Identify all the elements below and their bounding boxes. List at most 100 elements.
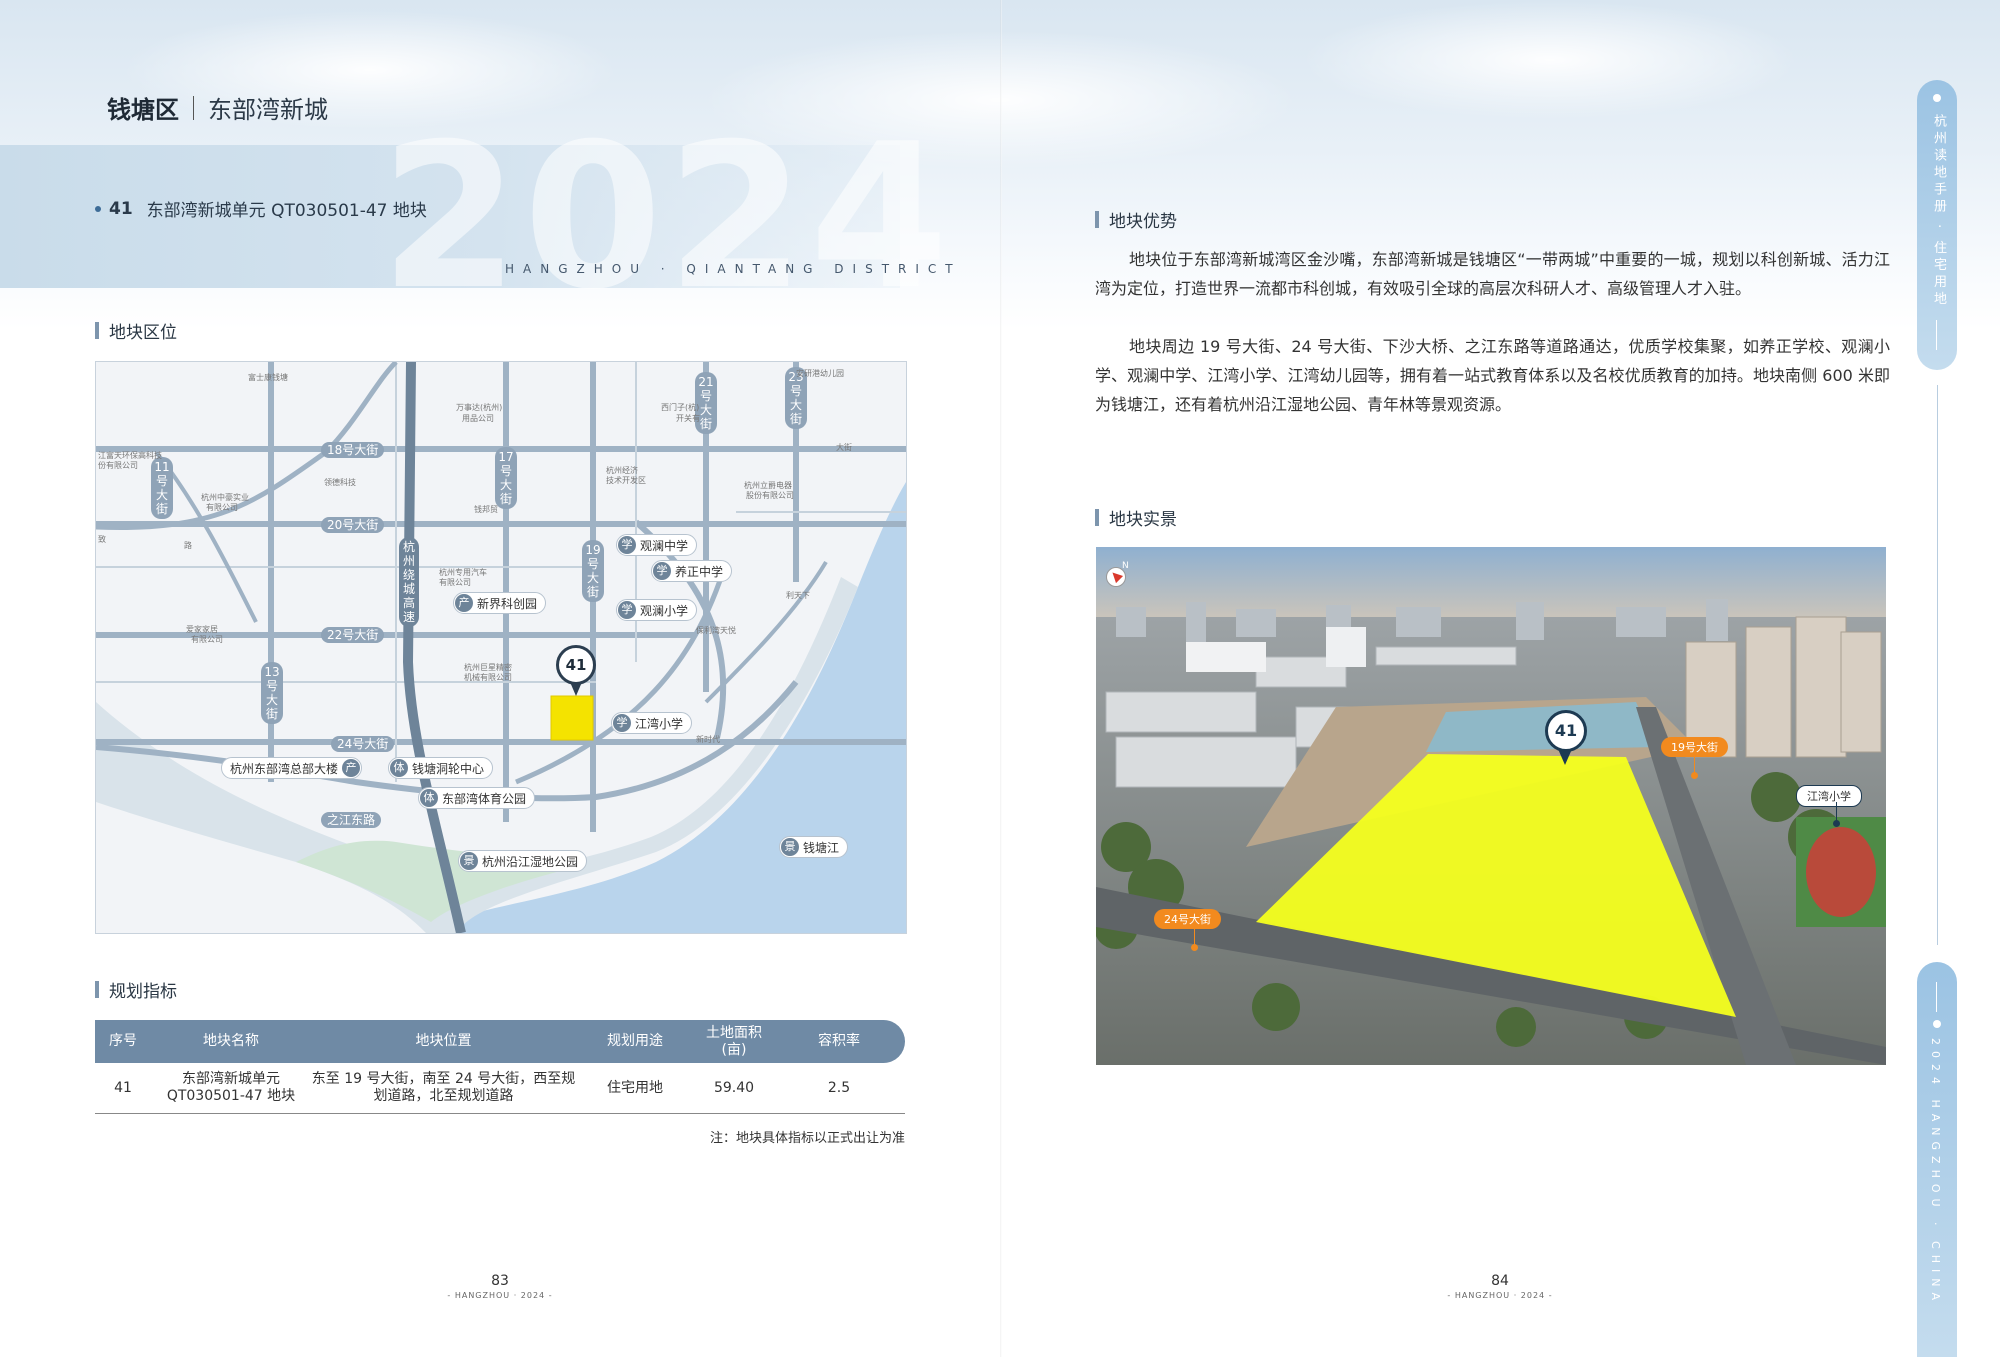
- heading-text: 规划指标: [109, 982, 177, 1002]
- page-number-left: 83 - HANGZHOU · 2024 -: [440, 1273, 560, 1300]
- divider: [193, 95, 194, 120]
- th-index: 序号: [109, 1033, 137, 1049]
- heading-bar: [95, 981, 99, 998]
- map-minor-label: 份有限公司: [98, 461, 138, 470]
- td-use: 住宅用地: [607, 1079, 663, 1096]
- table-header: 序号 地块名称 地块位置 规划用途 土地面积(亩) 容积率: [95, 1020, 905, 1063]
- road-label-expressway: 杭州绕城高速: [399, 537, 419, 627]
- poi-jiangwan-primary: 学江湾小学: [611, 712, 693, 734]
- year-watermark: 2024: [380, 101, 953, 334]
- heading-bar: [1095, 509, 1099, 526]
- td-name: 东部湾新城单元 QT030501-47 地块: [166, 1071, 296, 1104]
- sidebar-line: [1936, 320, 1937, 350]
- section-heading-photo: 地块实景: [1095, 505, 1177, 530]
- tag-jiangwan-school: 江湾小学: [1796, 785, 1862, 807]
- tag-dot: [1191, 944, 1198, 951]
- road-label-20: 20号大街: [321, 514, 385, 533]
- bullet-icon: [95, 205, 101, 212]
- tag-dot: [1833, 820, 1840, 827]
- tag-line: [1694, 754, 1695, 774]
- road-label-18: 18号大街: [321, 439, 385, 458]
- heading-bar: [1095, 211, 1099, 228]
- page-number-right: 84 - HANGZHOU · 2024 -: [1440, 1273, 1560, 1300]
- td-area: 59.40: [713, 1079, 755, 1096]
- location-map: 18号大街 20号大街 22号大街 24号大街 之江东路 11号大街 13号大街…: [95, 361, 907, 934]
- map-minor-label: 开关有: [676, 414, 700, 423]
- td-index: 41: [114, 1079, 132, 1096]
- road-label-zhijiang: 之江东路: [321, 809, 382, 828]
- map-minor-label: 万事达(杭州): [456, 403, 503, 412]
- poi-guanlan-middle: 学观澜中学: [616, 534, 698, 556]
- map-minor-label: 致: [98, 535, 106, 544]
- map-minor-label: 钱邦贸: [474, 505, 498, 514]
- th-name: 地块名称: [203, 1033, 259, 1049]
- page-spine: [1000, 0, 1002, 1357]
- school-icon: 学: [618, 536, 636, 554]
- td-location: 东至 19 号大街，南至 24 号大街，西至规划道路，北至规划道路: [311, 1071, 576, 1104]
- table-row: 41 东部湾新城单元 QT030501-47 地块 东至 19 号大街，南至 2…: [95, 1063, 905, 1114]
- district-name: 钱塘区: [107, 96, 179, 124]
- parcel-block: [550, 695, 594, 741]
- tag-24-street: 24号大街: [1154, 909, 1221, 929]
- th-area: 土地面积(亩): [706, 1024, 762, 1058]
- map-pin-tail: [570, 682, 582, 696]
- sub-district-name: 东部湾新城: [208, 96, 328, 124]
- map-minor-label: 大街: [836, 443, 852, 452]
- section-heading-location: 地块区位: [95, 318, 177, 343]
- heading-text: 地块优势: [1109, 212, 1177, 232]
- map-minor-label: 技术开发区: [606, 476, 646, 485]
- school-icon: 学: [653, 562, 671, 580]
- page-number: 84: [1491, 1273, 1509, 1289]
- poi-yangzheng: 学养正中学: [651, 560, 733, 582]
- sidebar-bottom-text: 2024 HANGZHOU · CHINA: [1929, 1038, 1942, 1306]
- scenic-icon: 景: [781, 838, 799, 856]
- industry-icon: 产: [342, 759, 361, 777]
- sports-icon: 体: [390, 759, 408, 777]
- road-label-17: 17号大街: [495, 447, 517, 509]
- map-minor-label: 西门子(杭): [661, 403, 700, 412]
- sidebar-divider: [1937, 385, 1938, 945]
- poi-sports-park: 体东部湾体育公园: [418, 787, 536, 809]
- site-aerial-photo: 41 19号大街 24号大街 江湾小学 N: [1096, 547, 1886, 1065]
- section-heading-advantage: 地块优势: [1095, 207, 1177, 232]
- cloud: [1300, 0, 1800, 120]
- sidebar-top-text: 杭州读地手册 · 住宅用地: [1931, 114, 1946, 309]
- heading-bar: [95, 322, 99, 339]
- sidebar-line: [1936, 982, 1937, 1012]
- map-minor-label: 有限公司: [439, 578, 471, 587]
- poi-hq-building: 杭州东部湾总部大楼产: [221, 757, 363, 779]
- sidebar-dot: [1933, 94, 1941, 102]
- paragraph-advantage-1: 地块位于东部湾新城湾区金沙嘴，东部湾新城是钱塘区“一带两城”中重要的一城，规划以…: [1095, 250, 1890, 298]
- map-minor-label: 新时代: [696, 735, 720, 744]
- map-minor-label: 领德科技: [324, 478, 356, 487]
- parcel-title: 东部湾新城单元 QT030501-47 地块: [146, 201, 427, 221]
- map-minor-label: 利天下: [786, 591, 810, 600]
- paragraph-advantage-2: 地块周边 19 号大街、24 号大街、下沙大桥、之江东路等道路通达，优质学校集聚…: [1095, 337, 1890, 414]
- compass-label: N: [1122, 561, 1129, 571]
- photo-pin-41: 41: [1545, 710, 1587, 752]
- map-pin-41: 41: [556, 645, 596, 685]
- banner-english: HANGZHOU · QIANTANG DISTRICT: [505, 262, 962, 276]
- planning-table: 序号 地块名称 地块位置 规划用途 土地面积(亩) 容积率 41 东部湾新城单元…: [95, 1020, 905, 1114]
- sidebar-tab-bottom: 2024 HANGZHOU · CHINA: [1917, 962, 1957, 1357]
- industry-icon: 产: [455, 594, 473, 612]
- th-far: 容积率: [818, 1033, 860, 1049]
- page-sub: - HANGZHOU · 2024 -: [1447, 1291, 1553, 1300]
- poi-qiantang-river: 景钱塘江: [779, 836, 849, 858]
- sports-icon: 体: [420, 789, 438, 807]
- school-icon: 学: [613, 714, 631, 732]
- sidebar-dot: [1933, 1020, 1941, 1028]
- map-minor-label: 富士康钱塘: [248, 373, 288, 382]
- map-minor-label: 用品公司: [462, 414, 494, 423]
- road-label-19: 19号大街: [582, 540, 604, 602]
- tag-line: [1836, 802, 1837, 822]
- road-label-22: 22号大街: [321, 624, 385, 643]
- page-number: 83: [491, 1273, 509, 1289]
- school-icon: 学: [618, 601, 636, 619]
- poi-xinjie-park: 产新界科创园: [453, 592, 547, 614]
- map-minor-label: 安研港幼儿园: [796, 369, 844, 378]
- map-minor-label: 机械有限公司: [464, 673, 512, 682]
- page-sub: - HANGZHOU · 2024 -: [447, 1291, 553, 1300]
- table-note: 注：地块具体指标以正式出让为准: [709, 1131, 905, 1146]
- aerial-photo-svg: [1096, 547, 1886, 1065]
